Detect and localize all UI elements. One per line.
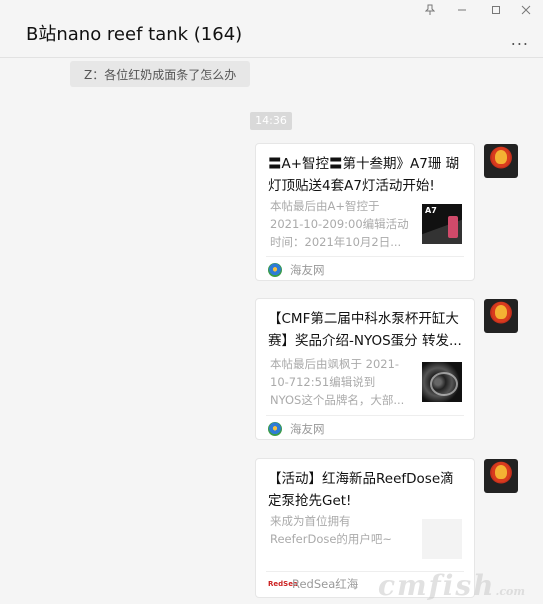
link-card[interactable]: 〓A+智控〓第十叁期》A7珊 瑚灯顶贴送4套A7灯活动开始! 本帖最后由A+智控… [255,143,475,281]
card-source-name: 海友网 [290,263,325,277]
avatar[interactable] [484,299,518,333]
pin-icon[interactable] [416,2,444,18]
avatar[interactable] [484,144,518,178]
card-description: 本帖最后由A+智控于 2021-10-209:00编辑活动 时间：2021年10… [270,199,409,249]
close-icon[interactable] [512,2,540,18]
more-options-icon[interactable]: ... [511,30,529,49]
card-description: 本帖最后由飒枫于 2021-10-712:51编辑说到 NYOS这个品牌名，大部… [270,357,405,407]
card-source-name: 海友网 [290,422,325,436]
haiyou-logo-icon [268,263,282,277]
timestamp: 14:36 [250,112,292,130]
card-title: 【CMF第二届中科水泵杯开缸大 赛】奖品介绍-NYOS蛋分 转发... [268,311,462,349]
watermark: cmfish.com [378,569,525,602]
system-message: Z：各位红奶成面条了怎么办 [70,61,250,87]
minimize-icon[interactable] [448,2,476,18]
card-description: 来成为首位拥有 ReeferDose的用户吧~ [270,514,393,546]
title-bar: B站nano reef tank (164) ... [0,0,543,58]
card-thumbnail [422,519,462,559]
watermark-text: cmfish [378,569,496,602]
card-thumbnail [422,362,462,402]
card-title: 〓A+智控〓第十叁期》A7珊 瑚灯顶贴送4套A7灯活动开始! [268,156,460,194]
card-source: 海友网 [268,421,325,437]
card-source: 海友网 [268,262,325,278]
redsea-logo-icon: RedSea [268,580,298,588]
card-source: RedSea RedSea红海 [268,576,358,592]
card-source-name: RedSea红海 [292,577,359,591]
chat-area: Z：各位红奶成面条了怎么办 14:36 〓A+智控〓第十叁期》A7珊 瑚灯顶贴送… [0,59,543,604]
card-title: 【活动】红海新品ReefDose滴 定泵抢先Get! [268,471,454,509]
avatar[interactable] [484,459,518,493]
watermark-suffix: .com [495,585,525,598]
haiyou-logo-icon [268,422,282,436]
chat-title: B站nano reef tank (164) [26,24,243,45]
link-card[interactable]: 【CMF第二届中科水泵杯开缸大 赛】奖品介绍-NYOS蛋分 转发... 本帖最后… [255,298,475,440]
maximize-icon[interactable] [482,2,510,18]
card-divider [266,415,464,416]
card-divider [266,256,464,257]
card-thumbnail [422,204,462,244]
